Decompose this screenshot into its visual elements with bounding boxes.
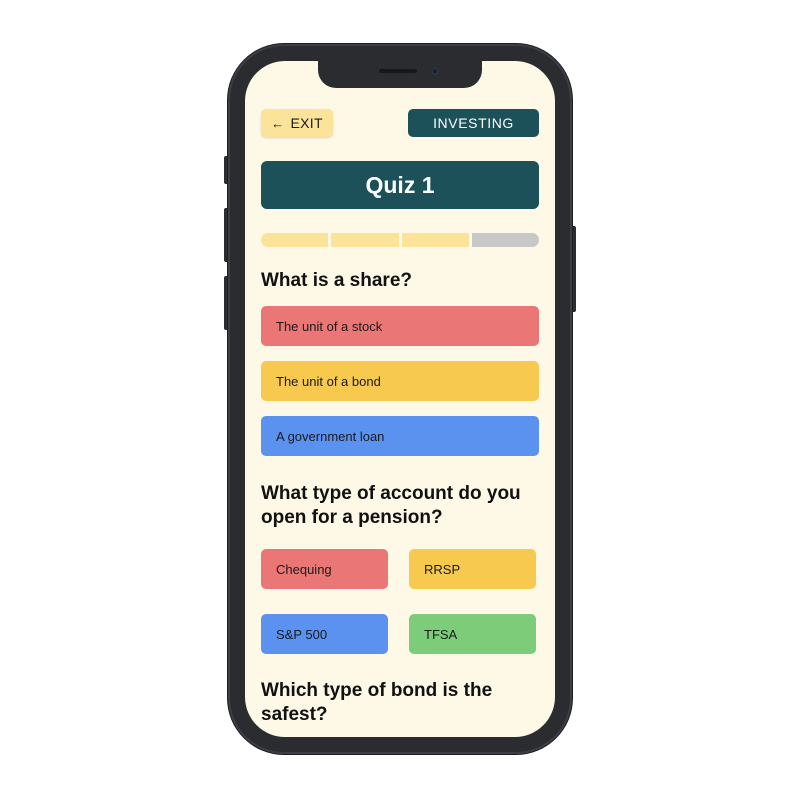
quiz-progress-bar [261, 233, 539, 247]
question-2-text: What type of account do you open for a p… [261, 483, 521, 528]
speaker-grille [379, 69, 417, 73]
answer-option[interactable]: Chequing [261, 549, 388, 589]
quiz-title: Quiz 1 [365, 171, 435, 198]
category-label: INVESTING [433, 115, 514, 131]
answer-label: A government loan [276, 428, 385, 444]
quiz-title-banner: Quiz 1 [261, 161, 539, 209]
answer-option[interactable]: A government loan [261, 416, 539, 456]
app-screen: ← EXIT INVESTING Quiz 1 What is a share?… [245, 61, 555, 737]
question-1-text: What is a share? [261, 270, 412, 291]
device-mockup: ← EXIT INVESTING Quiz 1 What is a share?… [0, 0, 800, 800]
answer-option[interactable]: S&P 500 [261, 614, 388, 654]
answer-label: S&P 500 [276, 626, 328, 642]
exit-button[interactable]: ← EXIT [261, 109, 333, 137]
answer-option[interactable]: RRSP [409, 549, 536, 589]
exit-label: EXIT [290, 115, 323, 131]
progress-segment [331, 233, 399, 247]
camera-icon [431, 67, 439, 75]
answer-label: RRSP [424, 561, 461, 577]
notch [318, 61, 482, 88]
category-button[interactable]: INVESTING [408, 109, 539, 137]
question-3-text: Which type of bond is the safest? [261, 680, 493, 725]
arrow-left-icon: ← [271, 115, 285, 131]
progress-segment [471, 233, 539, 247]
answer-label: The unit of a stock [276, 318, 383, 334]
answer-label: TFSA [424, 626, 458, 642]
progress-segment [261, 233, 329, 247]
answer-option[interactable]: The unit of a stock [261, 306, 539, 346]
progress-segment [401, 233, 469, 247]
answer-label: Chequing [276, 561, 332, 577]
answer-label: The unit of a bond [276, 373, 381, 389]
answer-option[interactable]: The unit of a bond [261, 361, 539, 401]
answer-option[interactable]: TFSA [409, 614, 536, 654]
